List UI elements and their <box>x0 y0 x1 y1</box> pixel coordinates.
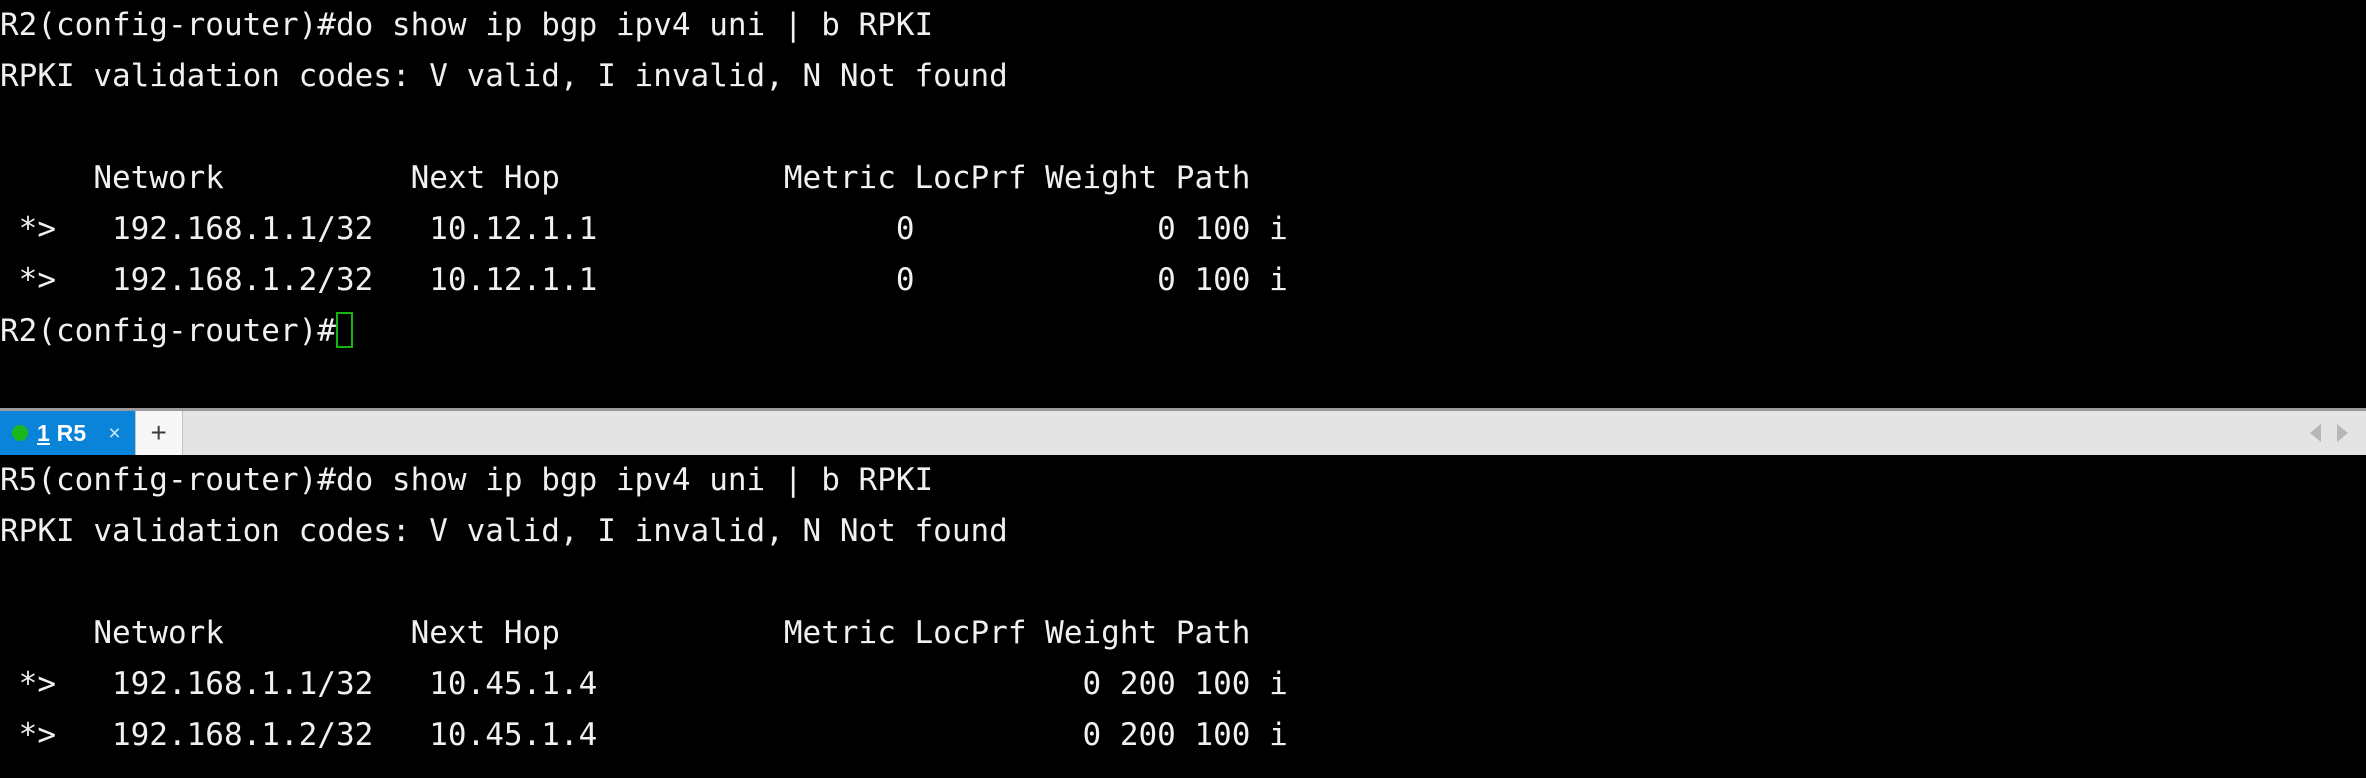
text-cursor-icon <box>335 312 353 348</box>
new-tab-button[interactable]: + <box>134 411 183 455</box>
tab-bar-empty-area <box>182 411 2310 455</box>
tab-scroll-controls <box>2310 411 2366 455</box>
connection-status-dot-icon <box>12 425 28 441</box>
terminal-line: R2(config-router)#do show ip bgp ipv4 un… <box>0 7 934 43</box>
tab-title-spacer <box>50 420 57 446</box>
terminal-table-header: Network Next Hop Metric LocPrf Weight Pa… <box>0 615 1251 651</box>
terminal-table-row: *> 192.168.1.1/32 10.45.1.4 0 200 100 i <box>0 666 1288 702</box>
tab-r5[interactable]: 1 R5 × <box>0 411 135 455</box>
tab-label: 1 R5 <box>37 420 86 447</box>
terminal-pane-r5[interactable]: R5(config-router)#do show ip bgp ipv4 un… <box>0 455 2366 778</box>
terminal-line: RPKI validation codes: V valid, I invali… <box>0 58 1008 94</box>
tab-bar: 1 R5 × + <box>0 408 2366 455</box>
terminal-pane-r2[interactable]: R2(config-router)#do show ip bgp ipv4 un… <box>0 0 2366 408</box>
terminal-line: R5(config-router)#do show ip bgp ipv4 un… <box>0 462 934 498</box>
tab-title: R5 <box>56 419 87 446</box>
scroll-right-icon[interactable] <box>2337 424 2348 442</box>
terminal-prompt-line: R2(config-router)# <box>0 306 2366 357</box>
scroll-left-icon[interactable] <box>2310 424 2321 442</box>
terminal-table-header: Network Next Hop Metric LocPrf Weight Pa… <box>0 160 1251 196</box>
terminal-table-row: *> 192.168.1.2/32 10.45.1.4 0 200 100 i <box>0 717 1288 753</box>
terminal-line: RPKI validation codes: V valid, I invali… <box>0 513 1008 549</box>
tab-index: 1 <box>37 419 50 446</box>
close-icon[interactable]: × <box>104 421 124 446</box>
terminal-table-row: *> 192.168.1.1/32 10.12.1.1 0 0 100 i <box>0 211 1288 247</box>
terminal-prompt: R2(config-router)# <box>0 313 336 349</box>
terminal-table-row: *> 192.168.1.2/32 10.12.1.1 0 0 100 i <box>0 262 1288 298</box>
terminal-window: R2(config-router)#do show ip bgp ipv4 un… <box>0 0 2366 778</box>
